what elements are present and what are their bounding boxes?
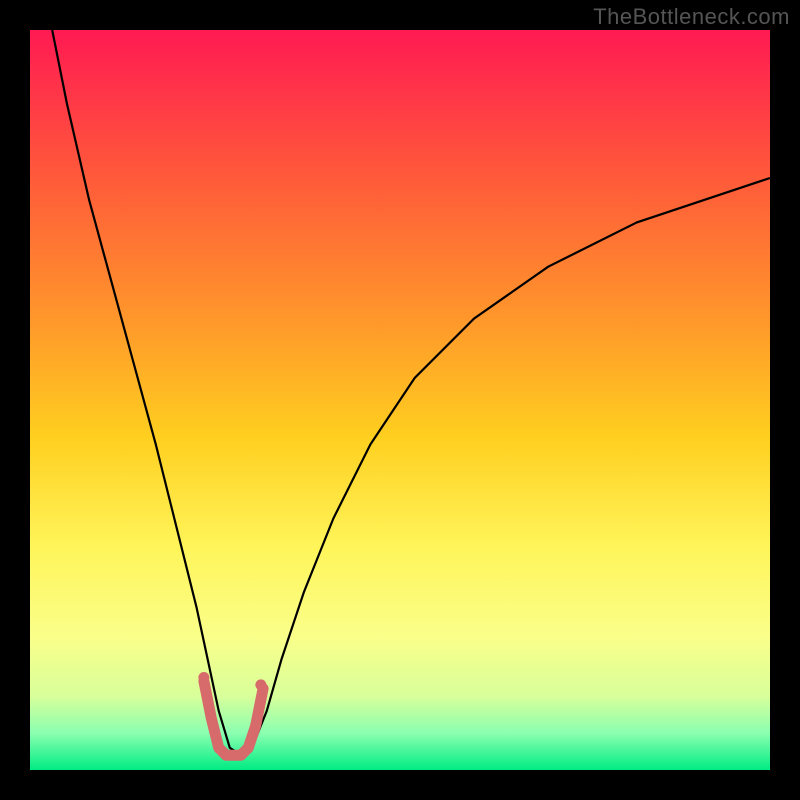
highlight-point <box>255 679 266 690</box>
highlight-point <box>198 672 209 683</box>
bottleneck-chart <box>30 30 770 770</box>
chart-frame: TheBottleneck.com <box>0 0 800 800</box>
watermark-text: TheBottleneck.com <box>593 4 790 30</box>
